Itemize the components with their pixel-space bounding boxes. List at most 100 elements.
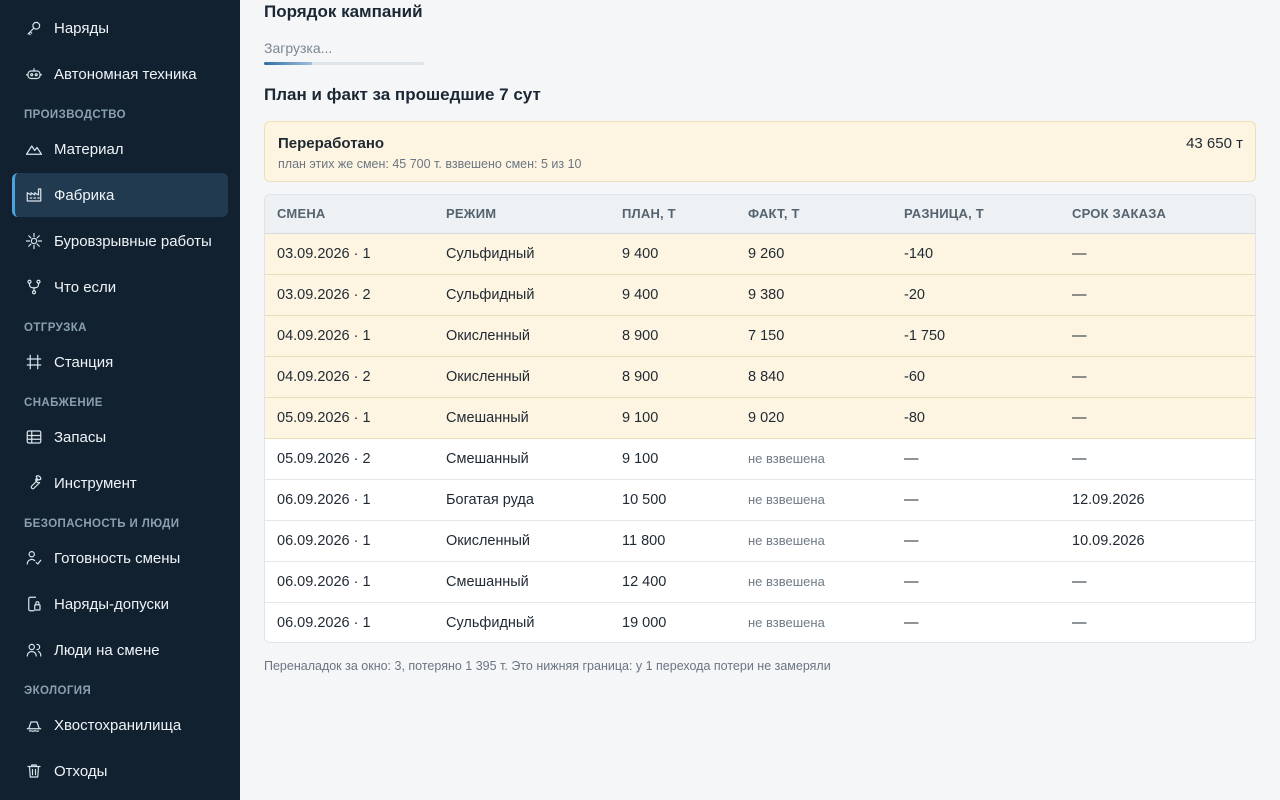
section-safety: Безопасность и люди — [24, 518, 180, 530]
table-row[interactable]: 06.09.2026 · 1 Сульфидный 19 000 не взвешен… — [265, 602, 1255, 642]
cell-plan: 11 800 — [622, 520, 748, 562]
cell-fact: не взвешена — [748, 615, 825, 631]
sidebar-item-factory[interactable]: Фабрика — [12, 173, 228, 217]
cell-fact: 7 150 — [748, 315, 904, 357]
column-header-diff[interactable]: Разница, т — [904, 195, 1072, 234]
section-supply: Снабжение — [24, 397, 103, 409]
cell-shift: 06.09.2026 · 1 — [265, 479, 446, 521]
cell-mode: Смешанный — [446, 438, 622, 480]
tailings-icon — [24, 715, 44, 735]
table-row[interactable]: 05.09.2026 · 2 Смешанный 9 100 не взвешена —… — [265, 438, 1255, 480]
column-header-shift[interactable]: Смена — [265, 195, 446, 234]
loading-text: Загрузка... — [264, 40, 333, 56]
cell-diff: -80 — [904, 397, 1072, 439]
processed-summary-card: Переработано план этих же смен: 45 700 т… — [264, 121, 1256, 182]
sidebar-item-blasting[interactable]: Буровзрывные работы — [12, 219, 228, 263]
plan-fact-table: Смена Режим План, т Факт, т Разница, т С… — [264, 194, 1256, 643]
sidebar-item-shift-readiness[interactable]: Готовность смены — [12, 536, 228, 580]
sidebar-item-material[interactable]: Материал — [12, 127, 228, 171]
cell-fact: не взвешена — [748, 520, 904, 562]
cell-fact: 9 260 — [748, 233, 904, 275]
plan-fact-title: План и факт за прошедшие 7 сут — [264, 85, 541, 104]
cell-shift: 04.09.2026 · 2 — [265, 356, 446, 398]
column-header-fact[interactable]: Факт, т — [748, 195, 904, 234]
section-ecology: Экология — [24, 685, 92, 697]
summary-subtitle: план этих же смен: 45 700 т. взвешено см… — [278, 157, 582, 171]
sidebar-item-stocks[interactable]: Запасы — [12, 415, 228, 459]
cell-due: — — [1072, 438, 1255, 480]
sidebar-item-permits[interactable]: Наряды-допуски — [12, 582, 228, 626]
cell-diff: — — [904, 614, 919, 631]
branch-icon — [24, 277, 44, 297]
cell-mode: Смешанный — [446, 561, 622, 603]
sidebar-item-label: Наряды — [54, 19, 110, 37]
loading-progress-fill — [264, 62, 312, 65]
table-row[interactable]: 05.09.2026 · 1 Смешанный 9 100 9 020 -80— — [265, 397, 1255, 439]
column-header-plan[interactable]: План, т — [622, 195, 748, 234]
column-header-mode[interactable]: Режим — [446, 195, 622, 234]
burst-icon — [24, 231, 44, 251]
cell-fact: не взвешена — [748, 479, 904, 521]
table-row[interactable]: 03.09.2026 · 1 Сульфидный 9 400 9 260 -140— — [265, 233, 1255, 275]
sidebar-item-whatif[interactable]: Что если — [12, 265, 228, 309]
column-header-due[interactable]: Срок заказа — [1072, 195, 1255, 234]
table-row[interactable]: 06.09.2026 · 1 Смешанный 12 400 не взвешена… — [265, 561, 1255, 603]
table-row[interactable]: 06.09.2026 · 1 Окисленный 11 800 не взвешен… — [265, 520, 1255, 562]
sidebar-item-label: Наряды-допуски — [54, 595, 169, 613]
rail-icon — [24, 352, 44, 372]
cell-fact: 9 020 — [748, 397, 904, 439]
sidebar-item-label: Что если — [54, 278, 117, 296]
sidebar-item-autonomous[interactable]: Автономная техника — [12, 52, 228, 96]
sidebar-item-tools[interactable]: Инструмент — [12, 461, 228, 505]
cell-diff: — — [904, 438, 1072, 480]
cell-diff: -60 — [904, 356, 1072, 398]
trash-icon — [24, 761, 44, 781]
sidebar-item-label: Хвостохранилища — [54, 716, 182, 734]
cell-plan: 19 000 — [622, 614, 667, 631]
cell-due: — — [1072, 561, 1255, 603]
cell-diff: -20 — [904, 274, 1072, 316]
key-icon — [24, 18, 44, 38]
cell-mode: Богатая руда — [446, 479, 622, 521]
cell-plan: 9 400 — [622, 233, 748, 275]
cell-due: 12.09.2026 — [1072, 479, 1255, 521]
cell-shift: 05.09.2026 · 1 — [265, 397, 446, 439]
warehouse-icon — [24, 427, 44, 447]
cell-due: — — [1072, 315, 1255, 357]
cell-due: — — [1072, 614, 1087, 631]
cell-diff: — — [904, 520, 1072, 562]
cell-plan: 8 900 — [622, 315, 748, 357]
sidebar-item-label: Материал — [54, 140, 124, 158]
sidebar-item-station[interactable]: Станция — [12, 340, 228, 384]
section-shipping: Отгрузка — [24, 322, 87, 334]
summary-title: Переработано — [278, 135, 385, 152]
table-row[interactable]: 03.09.2026 · 2 Сульфидный 9 400 9 380 -20— — [265, 274, 1255, 316]
sidebar-item-label: Отходы — [54, 762, 108, 780]
cell-fact: не взвешена — [748, 561, 904, 603]
cell-plan: 9 100 — [622, 397, 748, 439]
sidebar-item-tailings[interactable]: Хвостохранилища — [12, 703, 228, 747]
cell-mode: Сульфидный — [446, 274, 622, 316]
cell-due: 10.09.2026 — [1072, 520, 1255, 562]
cell-due: — — [1072, 274, 1255, 316]
table-row[interactable]: 06.09.2026 · 1 Богатая руда 10 500 не взвеш… — [265, 479, 1255, 521]
mountain-icon — [24, 139, 44, 159]
cell-plan: 10 500 — [622, 479, 748, 521]
cell-plan: 8 900 — [622, 356, 748, 398]
cell-shift: 06.09.2026 · 1 — [277, 614, 371, 631]
table-row[interactable]: 04.09.2026 · 1 Окисленный 8 900 7 150 -1 750… — [265, 315, 1255, 357]
sidebar-item-label: Запасы — [54, 428, 107, 446]
robot-icon — [24, 64, 44, 84]
sidebar-item-waste[interactable]: Отходы — [12, 749, 228, 793]
sidebar-item-orders[interactable]: Наряды — [12, 6, 228, 50]
cell-mode: Сульфидный — [446, 614, 535, 631]
table-row[interactable]: 04.09.2026 · 2 Окисленный 8 900 8 840 -60— — [265, 356, 1255, 398]
factory-icon — [24, 185, 44, 205]
wrench-icon — [24, 473, 44, 493]
users-icon — [24, 640, 44, 660]
cell-mode: Сульфидный — [446, 233, 622, 275]
sidebar-item-label: Готовность смены — [54, 549, 181, 567]
sidebar-item-label: Фабрика — [54, 186, 115, 204]
sidebar-item-people-on-shift[interactable]: Люди на смене — [12, 628, 228, 672]
loading-progress-bar — [264, 62, 424, 65]
